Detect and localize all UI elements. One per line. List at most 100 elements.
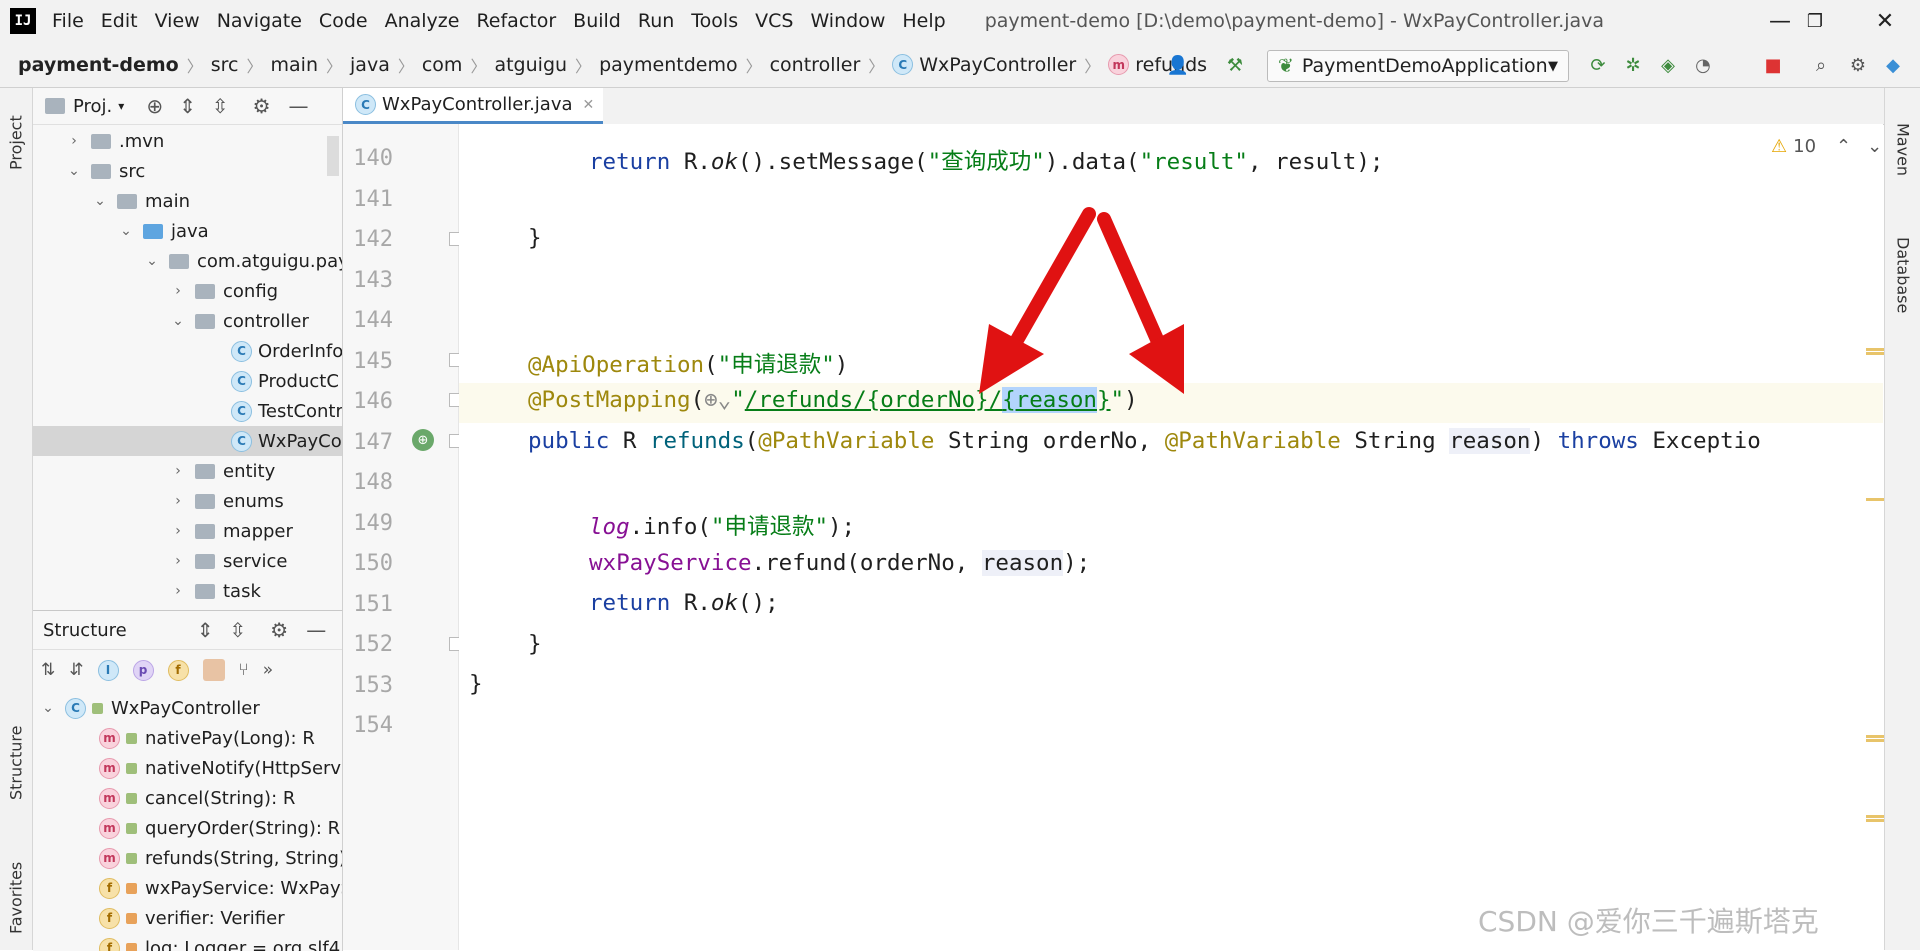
chevron-up-icon[interactable]: ⌃ — [1836, 136, 1851, 157]
tree-item-orderinfo[interactable]: COrderInfo — [33, 336, 343, 366]
tree-item-productc[interactable]: CProductC — [33, 366, 343, 396]
menu-edit[interactable]: Edit — [101, 10, 138, 32]
collapse-all-icon[interactable]: ⇳ — [212, 94, 229, 118]
tree-item-main[interactable]: ⌄main — [33, 186, 343, 216]
tree-item-task[interactable]: ›task — [33, 576, 343, 606]
rerun-icon[interactable]: ⟳ — [1585, 52, 1611, 78]
warning-stripe-mark[interactable] — [1866, 815, 1884, 818]
favorites-tool-tab[interactable]: Favorites — [0, 848, 32, 948]
sort-visibility-icon[interactable]: ⇵ — [69, 660, 83, 680]
structure-item-class[interactable]: ⌄CWxPayController — [33, 693, 343, 723]
close-tab-icon[interactable]: ✕ — [583, 97, 595, 113]
warning-stripe-mark[interactable] — [1866, 735, 1884, 738]
structure-item-method[interactable]: mrefunds(String, String): — [33, 843, 343, 873]
database-tool-tab[interactable]: Database — [1885, 213, 1920, 338]
menu-help[interactable]: Help — [902, 10, 945, 32]
search-icon[interactable]: ⌕ — [1808, 52, 1834, 78]
hide-icon[interactable]: — — [306, 618, 326, 642]
breadcrumb-class[interactable]: CWxPayController — [892, 54, 1076, 76]
tree-item-mapper[interactable]: ›mapper — [33, 516, 343, 546]
inspection-widget[interactable]: ⚠ 10 ⌃ ⌄ — [1771, 136, 1882, 157]
build-hammer-icon[interactable]: ⚒ — [1222, 52, 1248, 78]
gear-icon[interactable]: ⚙ — [270, 618, 288, 642]
tree-item-entity[interactable]: ›entity — [33, 456, 343, 486]
warning-stripe-mark[interactable] — [1866, 498, 1884, 501]
restore-icon[interactable]: ❐ — [1795, 6, 1835, 36]
properties-icon[interactable]: p — [133, 660, 154, 681]
menu-navigate[interactable]: Navigate — [217, 10, 302, 32]
tree-item-controller[interactable]: ⌄controller — [33, 306, 343, 336]
structure-item-field[interactable]: fverifier: Verifier — [33, 903, 343, 933]
menu-analyze[interactable]: Analyze — [385, 10, 460, 32]
sort-alpha-icon[interactable]: ⇅ — [41, 660, 55, 680]
structure-item-method[interactable]: mqueryOrder(String): R — [33, 813, 343, 843]
breadcrumb-java[interactable]: java — [350, 54, 390, 76]
settings-icon[interactable]: ⚙ — [1845, 52, 1871, 78]
expand-all-icon[interactable]: ⇕ — [197, 618, 214, 642]
tree-item-enums[interactable]: ›enums — [33, 486, 343, 516]
menu-view[interactable]: View — [155, 10, 200, 32]
menu-build[interactable]: Build — [573, 10, 621, 32]
tab-wxpaycontroller[interactable]: C WxPayController.java ✕ — [343, 88, 603, 124]
tree-item-service[interactable]: ›service — [33, 546, 343, 576]
locate-icon[interactable]: ⊕ — [146, 94, 163, 118]
stop-icon[interactable]: ■ — [1760, 52, 1786, 78]
structure-item-field[interactable]: flog: Logger = org.slf4 — [33, 933, 343, 951]
debug-icon[interactable]: ✲ — [1620, 52, 1646, 78]
menu-tools[interactable]: Tools — [691, 10, 738, 32]
structure-item-method[interactable]: mcancel(String): R — [33, 783, 343, 813]
hide-icon[interactable]: — — [289, 94, 309, 118]
scrollbar-thumb[interactable] — [327, 136, 339, 176]
tree-item-config[interactable]: ›config — [33, 276, 343, 306]
structure-item-method[interactable]: mnativePay(Long): R — [33, 723, 343, 753]
breadcrumb-project[interactable]: payment-demo — [18, 54, 179, 76]
menu-file[interactable]: File — [52, 10, 84, 32]
warning-stripe-mark[interactable] — [1866, 739, 1884, 742]
warning-stripe-mark[interactable] — [1866, 352, 1884, 355]
breadcrumb-atguigu[interactable]: atguigu — [494, 54, 567, 76]
profile-icon[interactable]: ◔ — [1690, 52, 1716, 78]
minimize-icon[interactable]: — — [1760, 6, 1800, 36]
breadcrumb-paymentdemo[interactable]: paymentdemo — [599, 54, 738, 76]
more-icon[interactable]: » — [263, 660, 273, 680]
warning-stripe-mark[interactable] — [1866, 819, 1884, 822]
chevron-down-icon[interactable]: ▾ — [118, 99, 124, 113]
menu-run[interactable]: Run — [638, 10, 674, 32]
structure-tool-tab[interactable]: Structure — [0, 708, 32, 818]
breadcrumb-src[interactable]: src — [211, 54, 239, 76]
tree-item-testcontr[interactable]: CTestContr — [33, 396, 343, 426]
menu-vcs[interactable]: VCS — [755, 10, 793, 32]
collapse-all-icon[interactable]: ⇳ — [230, 618, 247, 642]
tree-item-package[interactable]: ⌄com.atguigu.pay — [33, 246, 343, 276]
endpoint-globe-icon[interactable]: ⊕ — [412, 429, 434, 451]
warning-stripe-mark[interactable] — [1866, 348, 1884, 351]
expand-all-icon[interactable]: ⇕ — [179, 94, 196, 118]
inherited-icon[interactable]: I — [98, 660, 119, 681]
chevron-down-icon[interactable]: ⌄ — [1867, 136, 1882, 157]
menu-window[interactable]: Window — [810, 10, 885, 32]
code-editor[interactable]: return R.ok().setMessage("查询成功").data("r… — [459, 124, 1883, 950]
breadcrumb-method[interactable]: mrefunds — [1108, 54, 1207, 76]
run-configuration-select[interactable]: ❦ PaymentDemoApplication ▼ — [1267, 50, 1569, 82]
tree-item-src[interactable]: ⌄src — [33, 156, 343, 186]
menu-refactor[interactable]: Refactor — [476, 10, 556, 32]
tree-item-java[interactable]: ⌄java — [33, 216, 343, 246]
coverage-icon[interactable]: ◈ — [1655, 52, 1681, 78]
breadcrumb-com[interactable]: com — [422, 54, 463, 76]
project-tool-tab[interactable]: Project — [0, 98, 32, 188]
menu-code[interactable]: Code — [319, 10, 368, 32]
structure-item-field[interactable]: fwxPayService: WxPayS — [33, 873, 343, 903]
maven-tool-tab[interactable]: Maven — [1885, 100, 1920, 200]
project-panel-title[interactable]: Proj. — [73, 96, 112, 117]
breadcrumb-main[interactable]: main — [271, 54, 318, 76]
user-icon[interactable]: 👤 — [1165, 52, 1191, 78]
structure-item-method[interactable]: mnativeNotify(HttpServle — [33, 753, 343, 783]
filter-icon[interactable]: ⑂ — [239, 660, 249, 680]
non-public-icon[interactable] — [203, 659, 225, 681]
plugin-icon[interactable]: ◆ — [1880, 52, 1906, 78]
gear-icon[interactable]: ⚙ — [253, 94, 271, 118]
breadcrumb-controller[interactable]: controller — [770, 54, 861, 76]
tree-item-mvn[interactable]: ›.mvn — [33, 126, 343, 156]
tree-item-wxpayco-selected[interactable]: CWxPayCo — [33, 426, 343, 456]
close-icon[interactable]: ✕ — [1865, 6, 1905, 36]
